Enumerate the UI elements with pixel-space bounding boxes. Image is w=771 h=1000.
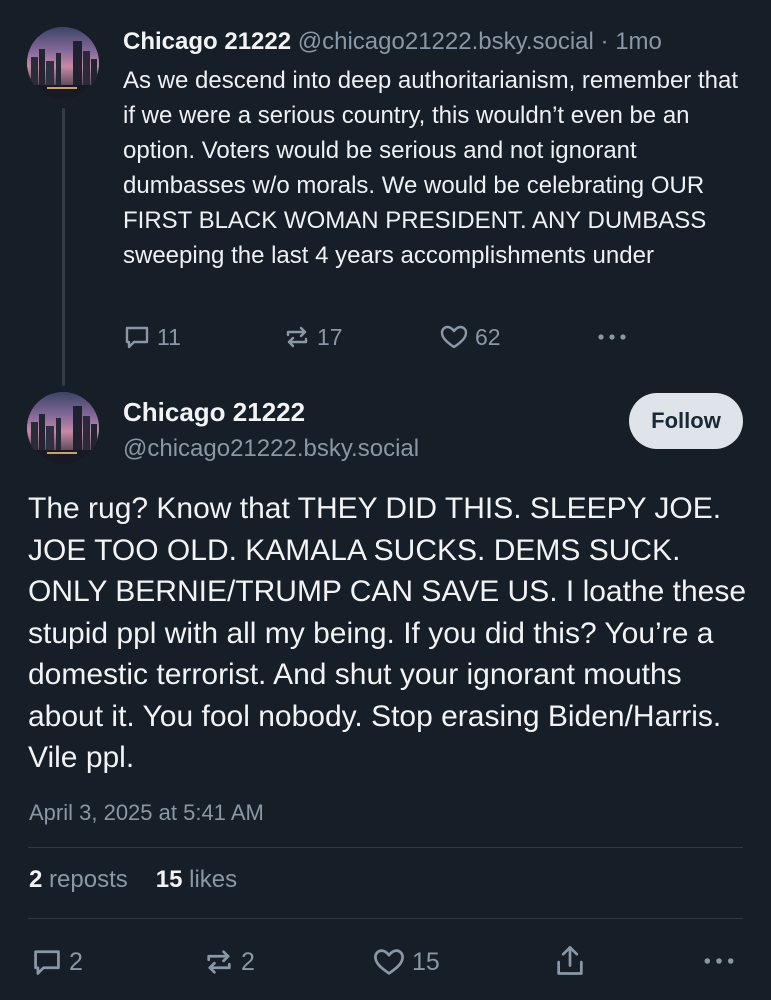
parent-reply-count: 11: [157, 323, 181, 350]
reposts-stat[interactable]: 2 reposts: [29, 866, 128, 894]
main-repost-button[interactable]: 2: [203, 946, 255, 978]
engagement-stats: 2 reposts 15 likes: [29, 866, 237, 894]
parent-repost-button[interactable]: 17: [283, 323, 343, 351]
follow-button[interactable]: Follow: [629, 393, 743, 449]
likes-count: 15: [155, 866, 183, 893]
main-reply-button[interactable]: 2: [31, 946, 83, 978]
parent-repost-count: 17: [317, 323, 343, 350]
more-icon: [598, 334, 626, 340]
parent-post-age[interactable]: 1mo: [615, 28, 662, 55]
main-reply-count: 2: [69, 947, 83, 976]
like-icon: [374, 949, 404, 975]
main-like-button[interactable]: 15: [372, 946, 440, 978]
parent-author-handle[interactable]: @chicago21222.bsky.social: [298, 28, 594, 55]
share-icon: [557, 946, 583, 975]
parent-more-button[interactable]: [596, 323, 628, 351]
thread-line: [62, 108, 65, 386]
main-more-button[interactable]: [702, 946, 736, 976]
main-repost-count: 2: [241, 947, 255, 976]
main-like-count: 15: [412, 947, 440, 976]
main-author-handle[interactable]: @chicago21222.bsky.social: [123, 433, 419, 465]
repost-icon: [207, 950, 231, 974]
more-icon: [704, 958, 734, 964]
repost-icon: [286, 326, 308, 348]
divider: [28, 918, 743, 919]
divider: [28, 847, 743, 848]
likes-stat[interactable]: 15 likes: [156, 866, 237, 894]
main-post-text: The rug? Know that THEY DID THIS. SLEEPY…: [28, 492, 747, 774]
city-skyline-image: [27, 27, 99, 99]
share-button[interactable]: [554, 944, 586, 978]
reply-icon: [125, 326, 149, 349]
parent-like-button[interactable]: 62: [439, 323, 501, 351]
reply-icon: [34, 950, 60, 975]
header-separator: ·: [600, 28, 609, 55]
city-skyline-image: [27, 392, 99, 464]
parent-author-name[interactable]: Chicago 21222: [123, 28, 291, 55]
like-icon: [440, 325, 468, 349]
parent-reply-button[interactable]: 11: [123, 323, 181, 351]
main-avatar[interactable]: [27, 392, 99, 464]
parent-post-header: Chicago 21222 @chicago21222.bsky.social …: [123, 27, 662, 57]
post-timestamp: April 3, 2025 at 5:41 AM: [29, 800, 264, 825]
reposts-count: 2: [29, 866, 43, 893]
parent-like-count: 62: [475, 323, 501, 350]
reposts-label: reposts: [49, 866, 128, 893]
parent-post-text: As we descend into deep authoritarianism…: [123, 67, 738, 269]
parent-avatar[interactable]: [27, 27, 99, 99]
main-author-name[interactable]: Chicago 21222: [123, 395, 305, 429]
likes-label: likes: [189, 866, 238, 893]
